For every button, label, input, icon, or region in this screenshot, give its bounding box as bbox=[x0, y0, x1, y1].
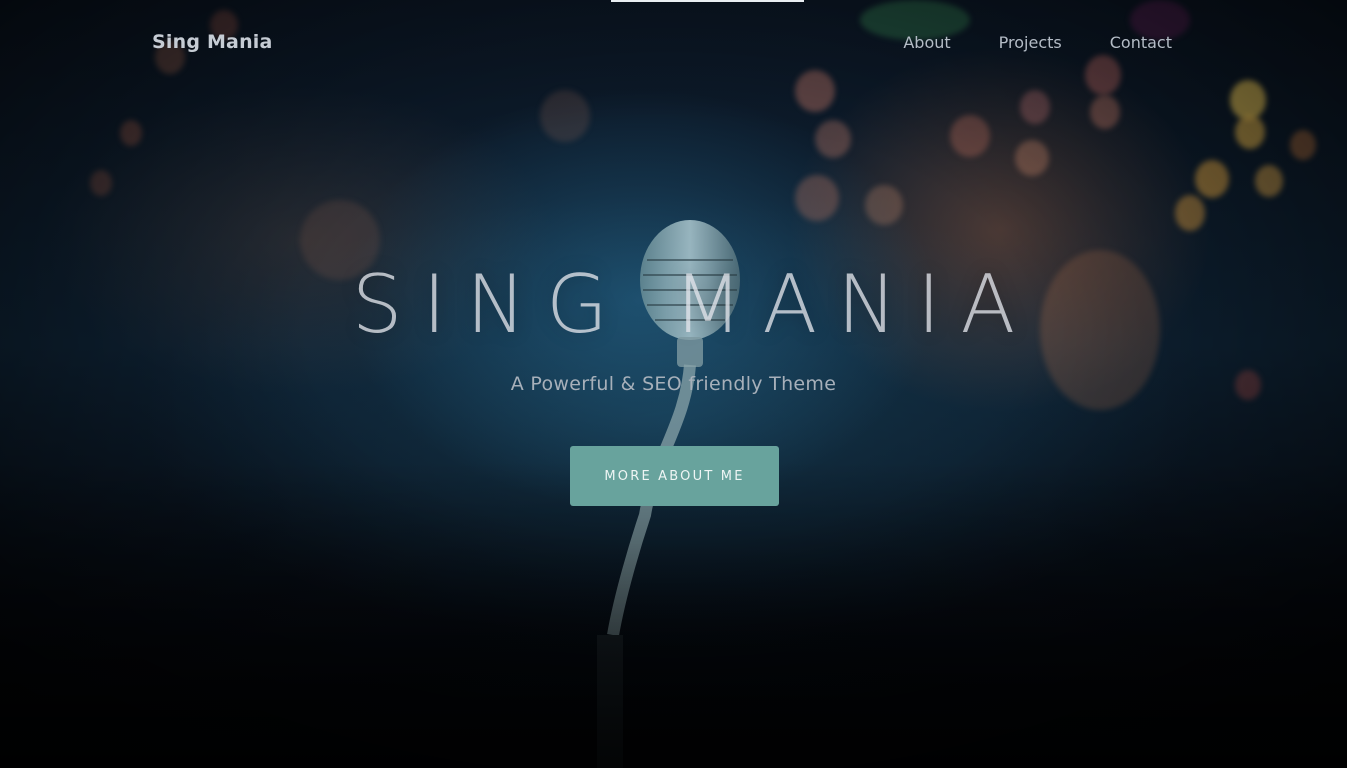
hero-subtitle: A Powerful & SEO friendly Theme bbox=[510, 373, 837, 395]
top-accent-bar bbox=[611, 0, 804, 2]
main-nav: About Projects Contact bbox=[903, 33, 1172, 52]
hero-title: SING MANIA bbox=[351, 258, 1036, 351]
more-about-me-button[interactable]: MORE ABOUT ME bbox=[570, 446, 779, 506]
nav-link-about[interactable]: About bbox=[903, 33, 950, 52]
site-brand-link[interactable]: Sing Mania bbox=[152, 31, 273, 53]
hero-section: Sing Mania About Projects Contact SING M… bbox=[0, 0, 1347, 768]
nav-link-contact[interactable]: Contact bbox=[1110, 33, 1172, 52]
nav-link-projects[interactable]: Projects bbox=[999, 33, 1062, 52]
